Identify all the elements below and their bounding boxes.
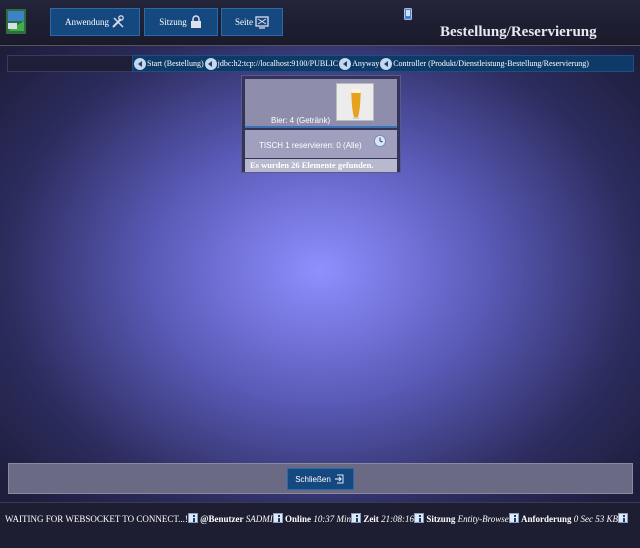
status-bar: WAITING FOR WEBSOCKET TO CONNECT...! @Be… [0,502,640,548]
beer-glass-icon [351,89,361,119]
menu-button-sitzung[interactable]: Sitzung [144,8,218,36]
product-label: Bier: 4 (Getränk) [271,116,331,125]
back-arrow-icon [204,57,217,70]
close-button[interactable]: Schließen [287,468,354,490]
app-logo-icon[interactable] [6,9,26,34]
session-value: Entity-Browse [457,514,509,524]
menu-label-anwendung: Anwendung [65,17,109,27]
info-icon[interactable] [508,513,519,523]
time-key: Zeit [363,514,379,524]
screen-icon [255,16,269,29]
breadcrumb-item-controller[interactable]: Controller (Produkt/Dienstleistung-Beste… [379,57,589,70]
info-icon[interactable] [272,513,283,523]
info-icon[interactable] [187,513,198,523]
clock-icon[interactable] [374,135,386,147]
close-door-icon [334,474,344,484]
lock-icon [190,15,201,28]
breadcrumb-label: jdbc:h2:tcp://localhost:9100/PUBLIC [217,59,339,68]
request-value: 0 Sec 53 KB [573,514,619,524]
reserve-row[interactable]: TISCH 1 reservieren: 0 (Alle) [245,130,397,158]
breadcrumb-label: Controller (Produkt/Dienstleistung-Beste… [393,59,589,68]
page-title: Bestellung/Reservierung [440,24,597,40]
request-key: Anforderung [521,514,572,524]
user-key: @Benutzer [200,514,244,524]
product-card[interactable]: Bier: 4 (Getränk) [245,79,397,128]
websocket-status: WAITING FOR WEBSOCKET TO CONNECT...! [5,514,188,524]
tools-icon [112,15,124,28]
info-icon[interactable] [414,513,425,523]
menu-label-sitzung: Sitzung [159,17,187,27]
header-bar: Anwendung Sitzung Seite Bestellung/Reser… [0,0,640,46]
online-key: Online [285,514,312,524]
reserve-label: TISCH 1 reservieren: 0 (Alle) [259,141,362,150]
menu-label-seite: Seite [235,17,253,27]
back-arrow-icon [339,57,352,70]
mobile-icon[interactable] [404,8,412,20]
menu-button-anwendung[interactable]: Anwendung [50,8,140,36]
back-arrow-icon [134,57,146,70]
beer-image [336,83,374,121]
time-value: 21:08:16 [381,514,415,524]
back-arrow-icon [380,57,393,70]
info-icon[interactable] [618,513,629,523]
menu-button-seite[interactable]: Seite [221,8,283,36]
result-count: Es wurden 26 Elemente gefunden. [245,159,397,172]
breadcrumb-label: Start (Bestellung) [147,59,204,68]
breadcrumb-item-anyway[interactable]: Anyway [338,57,380,70]
order-panel: Bier: 4 (Getränk) TISCH 1 reservieren: 0… [241,75,401,173]
breadcrumb-item-database[interactable]: jdbc:h2:tcp://localhost:9100/PUBLIC [204,57,339,70]
breadcrumb-spacer [7,55,134,72]
breadcrumb-label: Anyway [352,59,380,68]
info-icon[interactable] [351,513,362,523]
online-value: 10:37 Min [313,514,352,524]
close-label: Schließen [295,474,331,484]
breadcrumb-item-start[interactable]: Start (Bestellung) [133,57,204,70]
session-key: Sitzung [426,514,456,524]
breadcrumb: Start (Bestellung) jdbc:h2:tcp://localho… [132,55,634,72]
user-value: SADMI [245,514,273,524]
